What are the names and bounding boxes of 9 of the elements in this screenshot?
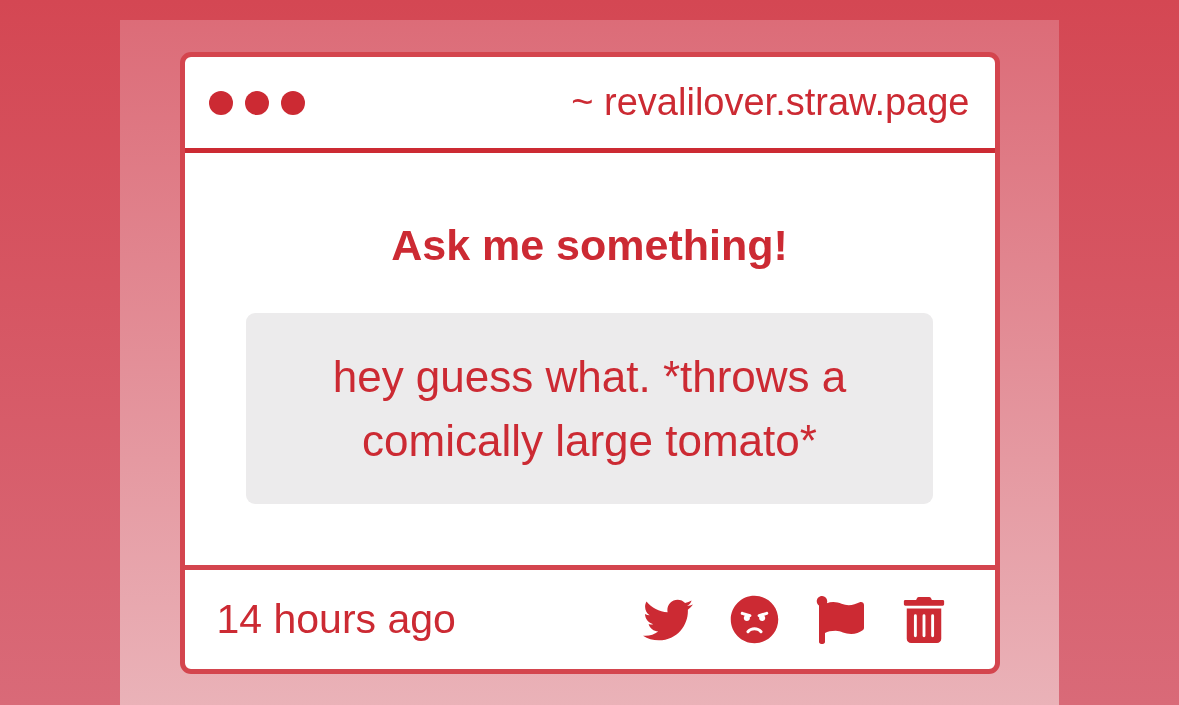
window-dot-icon bbox=[280, 90, 305, 115]
prompt-title: Ask me something! bbox=[391, 223, 788, 267]
angry-face-icon[interactable] bbox=[729, 595, 779, 644]
timestamp: 14 hours ago bbox=[216, 596, 456, 643]
question-text: hey guess what. *throws a comically large tomato* bbox=[246, 313, 933, 504]
site-address: ~ revalilover.straw.page bbox=[571, 81, 970, 124]
flag-icon[interactable] bbox=[815, 595, 864, 644]
window-dot-icon bbox=[244, 90, 269, 115]
window-dot-icon bbox=[208, 90, 233, 115]
